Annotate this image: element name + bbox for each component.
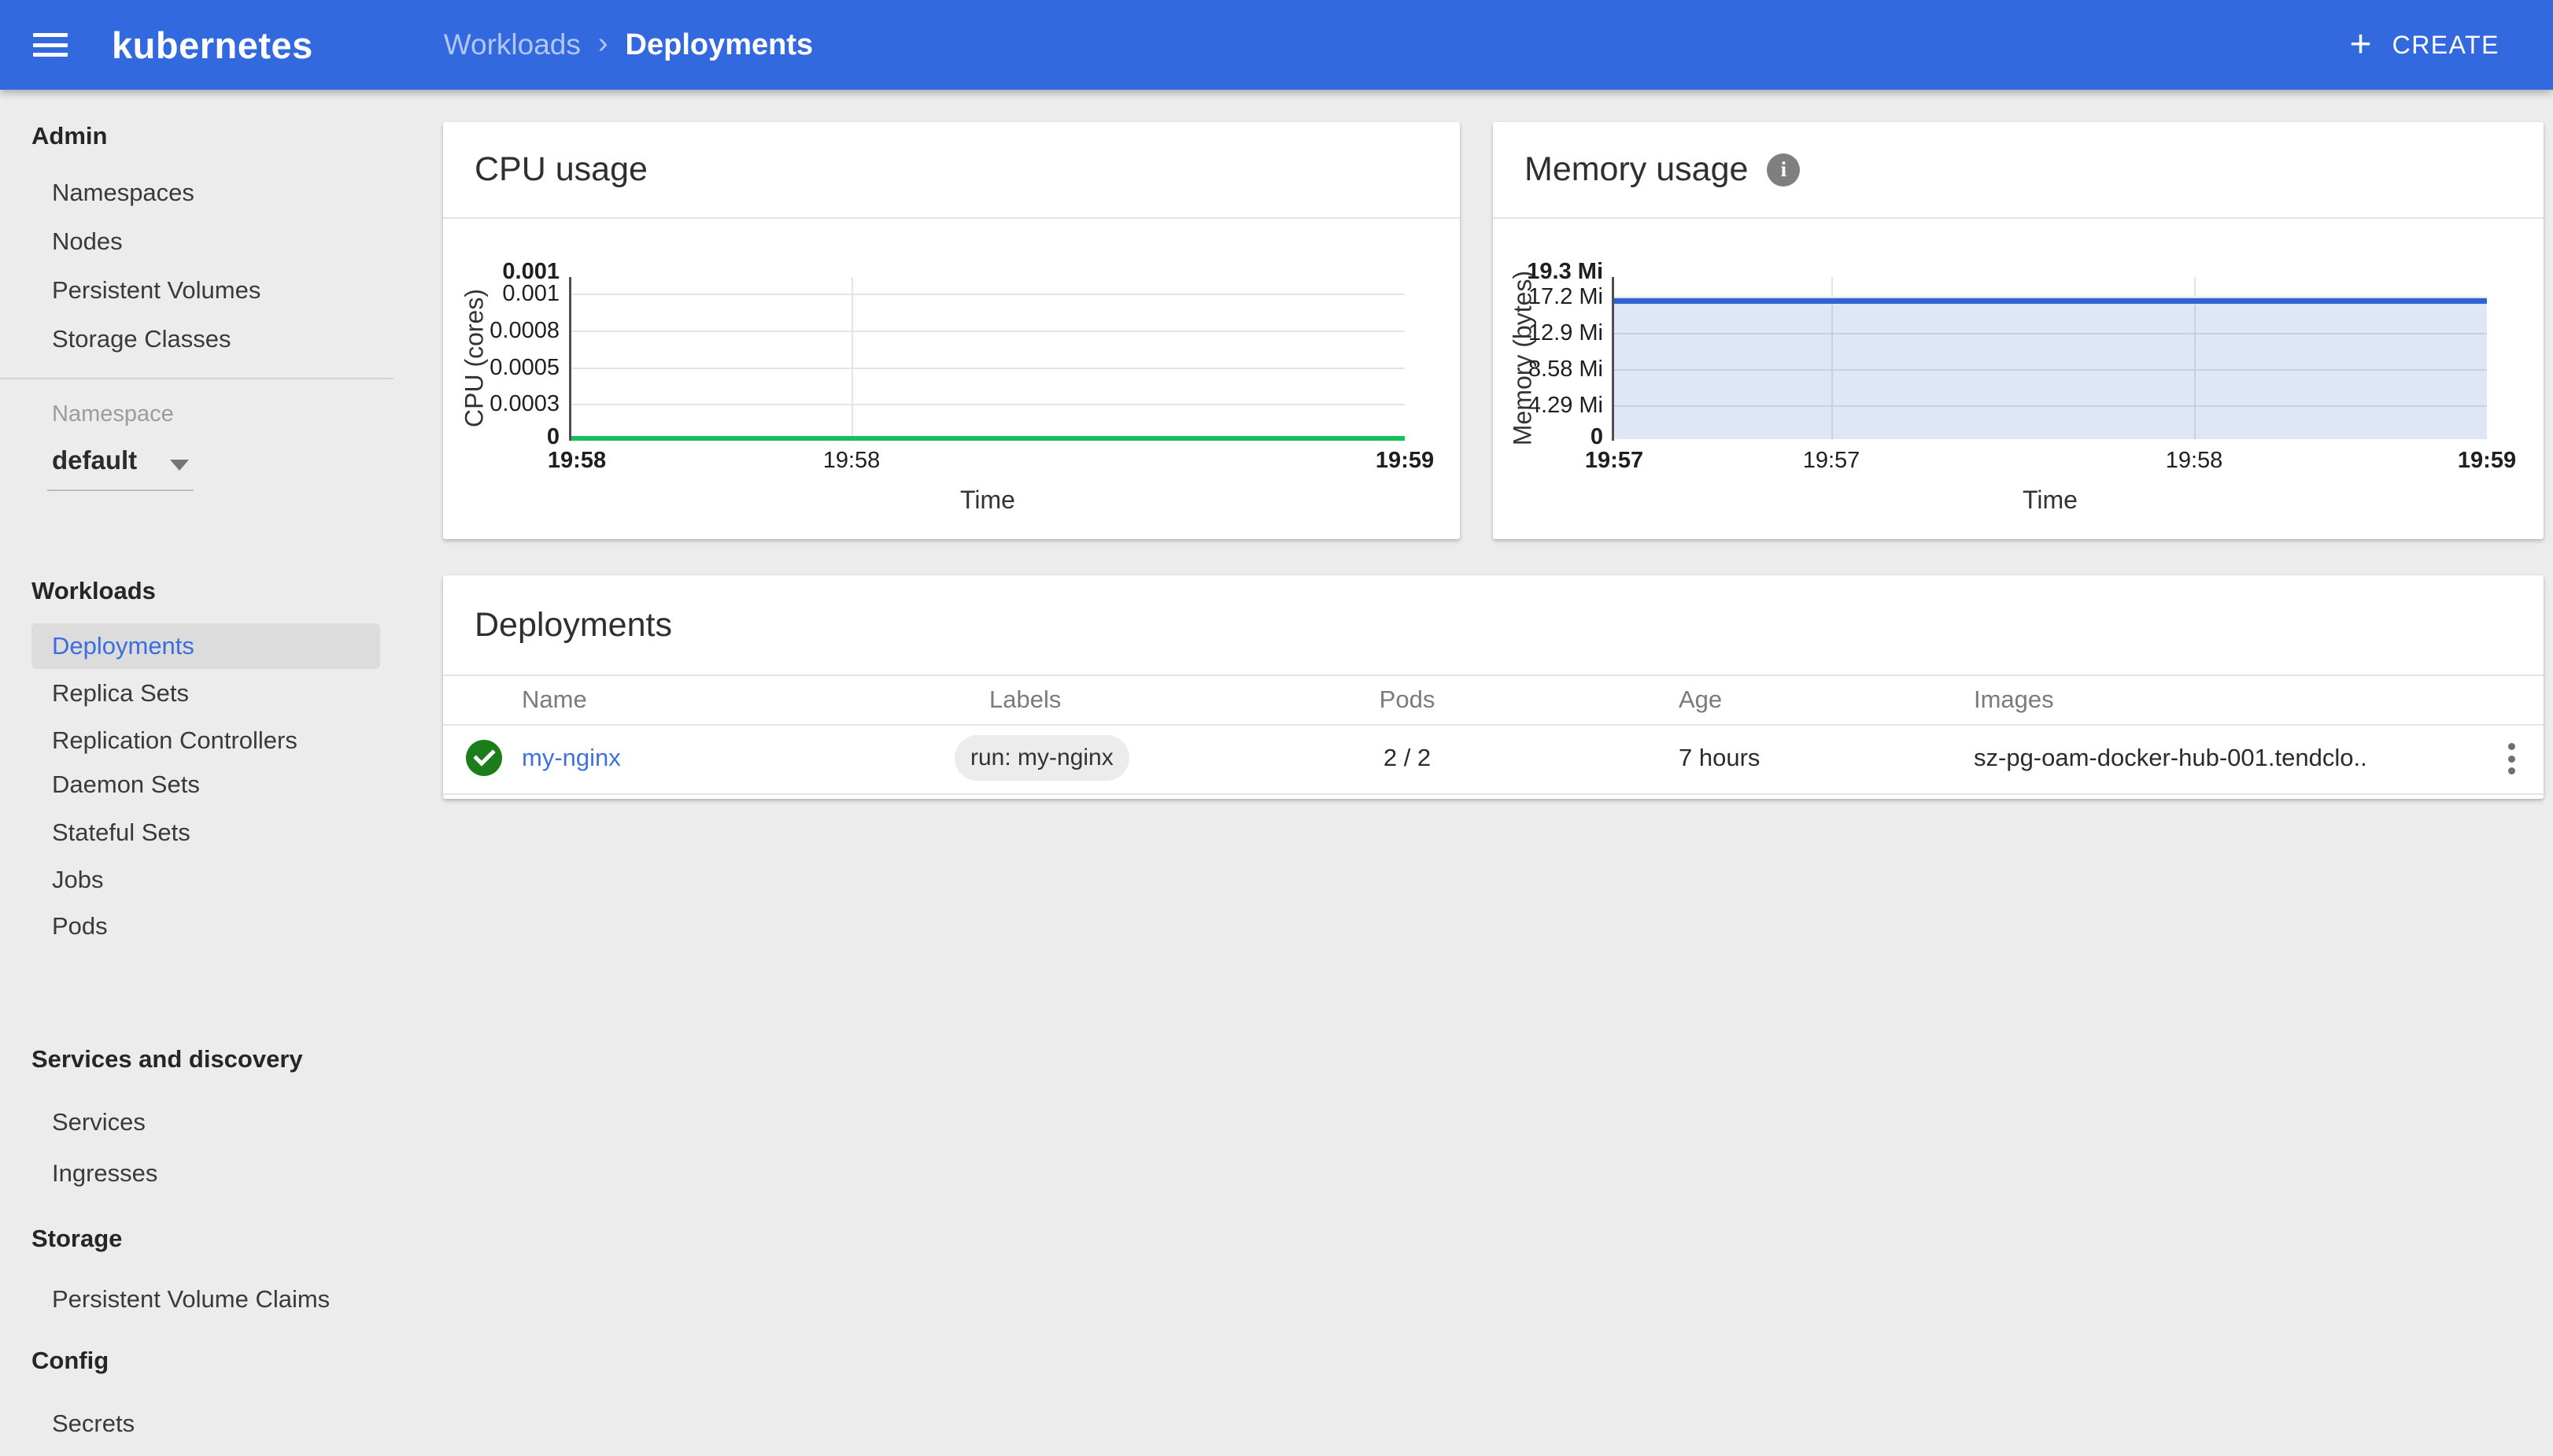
dropdown-caret-icon — [170, 460, 189, 471]
sidebar-item-stateful-sets[interactable]: Stateful Sets — [52, 816, 190, 849]
table-divider — [443, 724, 2544, 726]
breadcrumb: Workloads › Deployments — [444, 27, 813, 64]
column-header-images: Images — [1974, 686, 2054, 713]
namespace-label: Namespace — [52, 401, 174, 427]
memory-ytick: 4.29 Mi — [1528, 393, 1603, 418]
sidebar-nav: Admin Namespaces Nodes Persistent Volume… — [0, 90, 393, 1456]
sidebar-section-storage: Storage — [31, 1225, 123, 1252]
cpu-ytick: 0.0005 — [490, 355, 560, 380]
gridline — [571, 331, 1405, 332]
namespace-select-underline — [47, 490, 194, 491]
app-logo: kubernetes — [112, 24, 313, 66]
sidebar-item-replication-controllers[interactable]: Replication Controllers — [52, 724, 297, 757]
sidebar-item-replica-sets[interactable]: Replica Sets — [52, 677, 189, 710]
memory-series-area — [1614, 298, 2487, 439]
cpu-xtick: 19:58 — [547, 448, 607, 473]
sidebar-item-nodes[interactable]: Nodes — [52, 225, 123, 258]
sidebar-item-secrets[interactable]: Secrets — [52, 1407, 135, 1440]
cpu-x-axis-title: Time — [960, 486, 1015, 514]
sidebar-item-ingresses[interactable]: Ingresses — [52, 1157, 157, 1190]
sidebar-item-daemon-sets[interactable]: Daemon Sets — [52, 768, 200, 801]
memory-ytick: 8.58 Mi — [1528, 357, 1603, 382]
cpu-chart-plot — [569, 277, 1405, 441]
breadcrumb-parent[interactable]: Workloads — [444, 28, 581, 61]
app-header: kubernetes Workloads › Deployments + CRE… — [0, 0, 2553, 90]
gridline — [571, 294, 1405, 295]
memory-x-axis-title: Time — [2023, 486, 2078, 514]
deployments-title: Deployments — [475, 605, 672, 644]
breadcrumb-current: Deployments — [625, 28, 814, 61]
sidebar-section-config: Config — [31, 1347, 109, 1374]
cpu-y-axis-line — [569, 277, 571, 441]
cpu-ytick: 0.0003 — [490, 391, 560, 416]
gridline — [571, 368, 1405, 369]
table-divider — [443, 674, 2544, 676]
memory-ytick: 17.2 Mi — [1528, 284, 1603, 309]
chevron-right-icon: › — [597, 26, 608, 60]
column-header-labels: Labels — [989, 686, 1062, 713]
age-cell: 7 hours — [1679, 744, 1760, 771]
gridline — [852, 277, 853, 439]
memory-usage-card: Memory usage i Memory (bytes) 19.3 Mi 17… — [1493, 122, 2544, 539]
column-header-name: Name — [522, 686, 587, 713]
cpu-usage-card: CPU usage CPU (cores) 0.001 0.001 0.0008… — [443, 122, 1460, 539]
pods-cell: 2 / 2 — [1383, 744, 1432, 771]
menu-icon[interactable] — [33, 33, 68, 57]
cpu-usage-title: CPU usage — [475, 150, 648, 188]
card-divider — [443, 217, 1460, 219]
deployments-card: Deployments Name Labels Pods Age Images … — [443, 575, 2544, 799]
sidebar-item-namespaces[interactable]: Namespaces — [52, 176, 194, 209]
cpu-ytick: 0.001 — [502, 281, 560, 306]
create-button[interactable]: + CREATE — [2342, 20, 2507, 71]
sidebar-item-persistent-volume-claims[interactable]: Persistent Volume Claims — [52, 1283, 330, 1316]
check-circle-icon — [466, 740, 502, 776]
images-cell: sz-pg-oam-docker-hub-001.tendclo.. — [1974, 744, 2367, 771]
memory-xtick: 19:58 — [2165, 448, 2223, 473]
sidebar-item-jobs[interactable]: Jobs — [52, 863, 103, 896]
info-icon[interactable]: i — [1767, 153, 1801, 187]
card-divider — [1493, 217, 2544, 219]
cpu-ytick: 0.0008 — [490, 318, 560, 343]
sidebar-item-persistent-volumes[interactable]: Persistent Volumes — [52, 274, 260, 307]
memory-ytick: 12.9 Mi — [1528, 320, 1603, 346]
memory-series-line — [1614, 298, 2487, 304]
plus-icon: + — [2349, 24, 2372, 65]
sidebar-item-pods[interactable]: Pods — [52, 910, 108, 943]
label-chip: run: my-nginx — [955, 735, 1129, 781]
memory-ytick-zero: 0 — [1590, 424, 1603, 449]
sidebar-item-storage-classes[interactable]: Storage Classes — [52, 323, 231, 356]
deployment-name-link[interactable]: my-nginx — [522, 741, 621, 775]
sidebar-item-deployments-active[interactable]: Deployments — [31, 623, 380, 669]
gridline — [571, 404, 1405, 405]
sidebar-section-admin: Admin — [31, 122, 108, 150]
column-header-pods: Pods — [1379, 686, 1435, 713]
namespace-value: default — [52, 445, 138, 475]
sidebar-section-workloads: Workloads — [31, 577, 156, 604]
sidebar-section-services-discovery: Services and discovery — [31, 1045, 303, 1073]
cpu-xtick: 19:58 — [822, 448, 881, 473]
sidebar-item-services[interactable]: Services — [52, 1106, 146, 1139]
memory-xtick: 19:59 — [2457, 448, 2517, 473]
memory-xtick: 19:57 — [1584, 448, 1644, 473]
more-vert-icon[interactable] — [2499, 741, 2524, 776]
memory-usage-title: Memory usage — [1524, 150, 1749, 188]
sidebar-divider — [0, 378, 393, 379]
table-divider — [443, 793, 2544, 795]
memory-xtick: 19:57 — [1802, 448, 1860, 473]
cpu-ytick-zero: 0 — [546, 424, 560, 449]
column-header-age: Age — [1679, 686, 1723, 713]
cpu-series-line — [571, 436, 1405, 441]
namespace-select[interactable]: default — [47, 442, 194, 485]
memory-ytick-max: 19.3 Mi — [1527, 259, 1603, 284]
memory-chart-plot — [1612, 277, 2487, 441]
cpu-xtick: 19:59 — [1375, 448, 1435, 473]
